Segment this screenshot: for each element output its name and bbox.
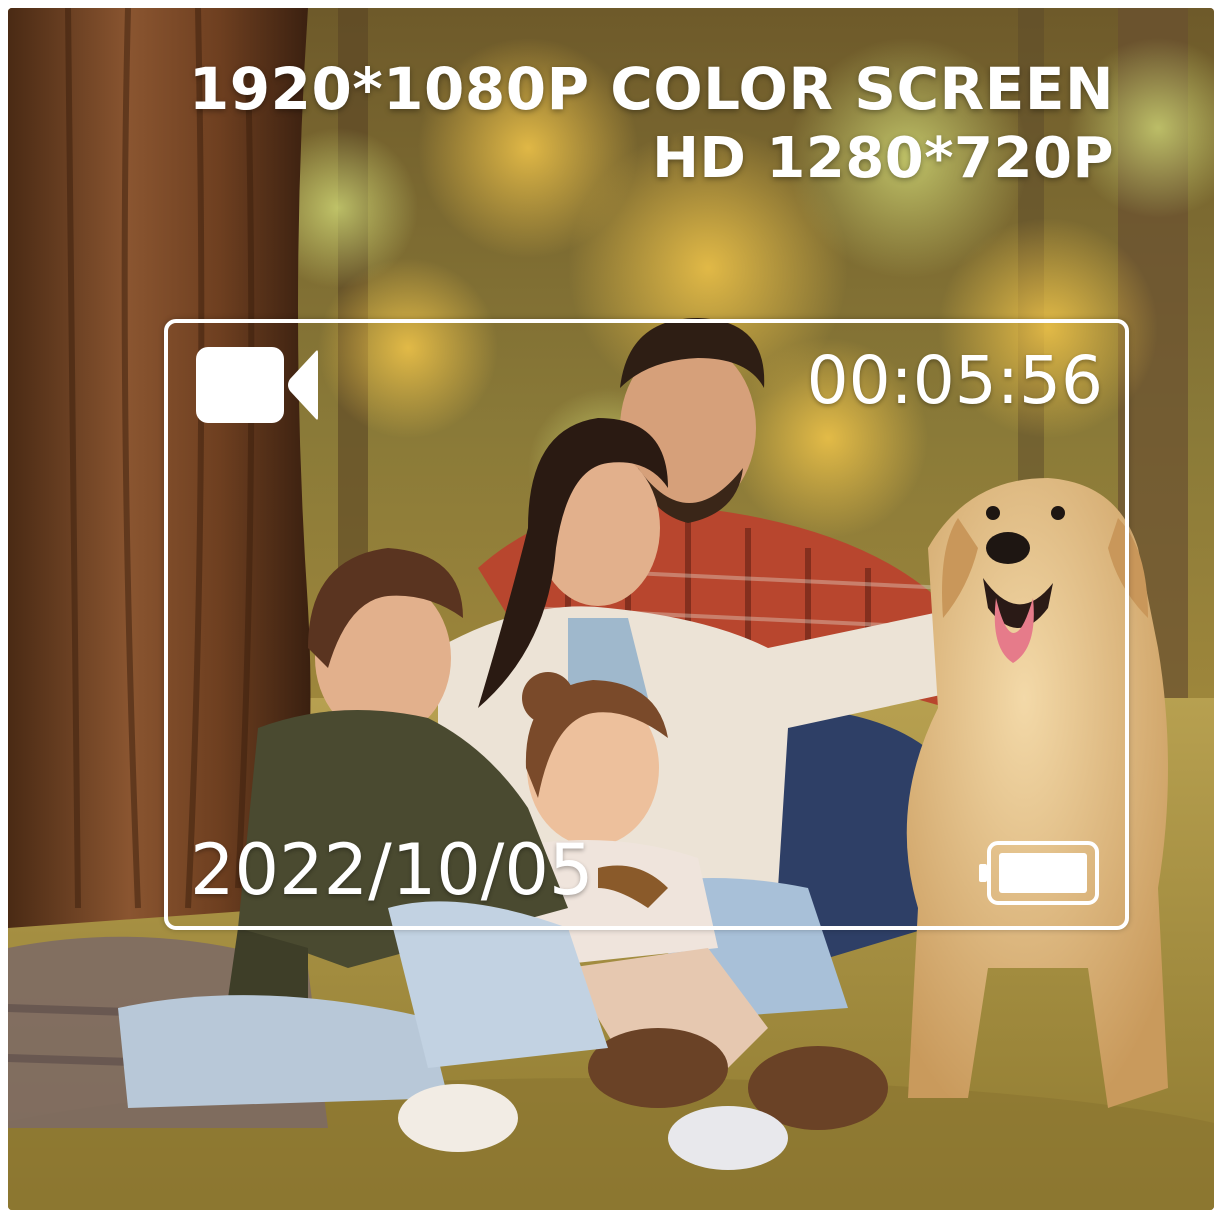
headline-line-2: HD 1280*720P [652,126,1114,191]
viewfinder-frame: 00:05:56 2022/10/05 [164,319,1129,930]
battery-level-fill [999,853,1087,893]
battery-icon [979,841,1099,905]
recording-timer: 00:05:56 [806,342,1103,419]
product-image: 1920*1080P COLOR SCREEN HD 1280*720P 00:… [8,8,1214,1210]
headline-line-1: 1920*1080P COLOR SCREEN [188,55,1114,123]
date-stamp: 2022/10/05 [190,829,594,911]
resolution-headline: 1920*1080P COLOR SCREEN HD 1280*720P [189,54,1114,194]
video-camera-icon [196,347,318,423]
